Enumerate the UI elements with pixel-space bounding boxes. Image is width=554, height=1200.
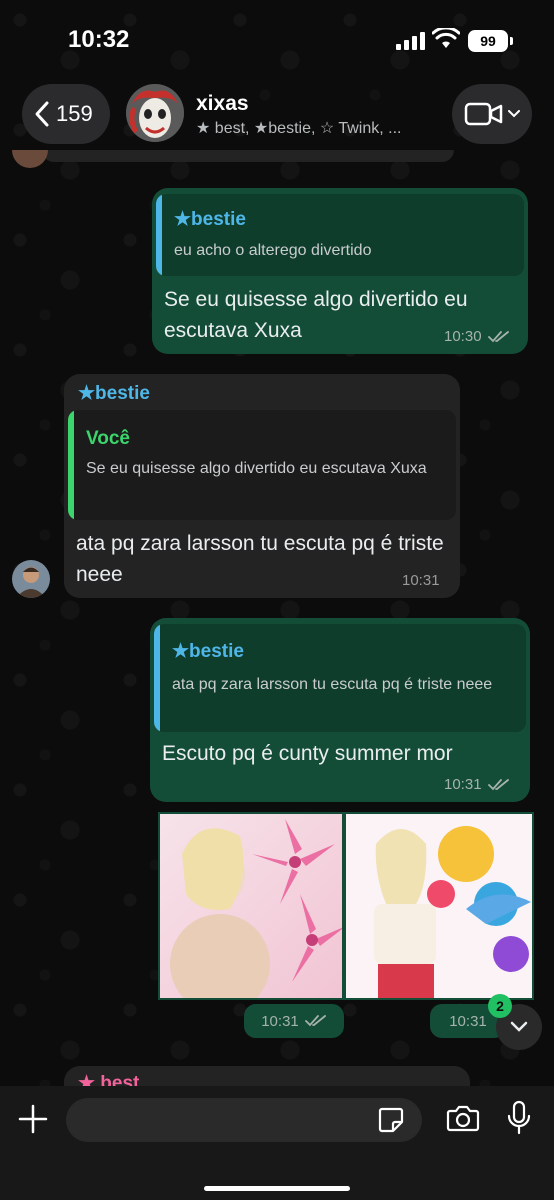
incoming-message[interactable]: ★bestie Você Se eu quisesse algo diverti…	[64, 374, 460, 598]
battery-icon: 99	[468, 30, 508, 52]
message-time: 10:31	[402, 572, 440, 589]
microphone-icon[interactable]	[506, 1100, 532, 1136]
message-time: 10:31	[449, 1012, 487, 1030]
video-camera-icon	[464, 102, 503, 126]
home-indicator[interactable]	[204, 1186, 350, 1191]
photo-image-lilies	[160, 814, 342, 998]
clown-avatar-image	[126, 84, 184, 142]
quote-author: ★bestie	[174, 209, 246, 230]
double-check-icon	[487, 778, 509, 790]
chevron-down-icon	[508, 110, 520, 118]
message-text: Escuto pq é cunty summer mor	[162, 742, 453, 765]
message-time: 10:31	[261, 1012, 299, 1030]
battery-tip	[510, 37, 513, 45]
quote-bar	[156, 194, 162, 276]
cellular-signal-icon	[396, 32, 426, 50]
quote-text: eu acho o alterego divertido	[174, 242, 372, 259]
unread-badge: 2	[488, 994, 512, 1018]
camera-icon[interactable]	[446, 1104, 480, 1132]
double-check-icon	[304, 1015, 326, 1027]
sender-avatar[interactable]	[12, 560, 50, 598]
message-meta: 10:31	[402, 572, 440, 589]
message-input-bar	[0, 1086, 554, 1200]
chevron-down-icon	[510, 1021, 528, 1032]
quote-text: ata pq zara larsson tu escuta pq é trist…	[172, 676, 493, 693]
plus-icon[interactable]	[16, 1102, 50, 1136]
status-bar: 10:32 99	[0, 0, 554, 82]
quoted-message[interactable]: ★bestie eu acho o alterego divertido	[156, 194, 524, 276]
photo-image-collage	[346, 814, 532, 998]
photo-message[interactable]	[158, 812, 344, 1000]
photo-message[interactable]	[344, 812, 534, 1000]
message-time: 10:31	[444, 776, 482, 793]
quote-author: ★bestie	[172, 641, 244, 662]
back-button[interactable]: 159	[22, 84, 110, 144]
message-sender: ★bestie	[78, 383, 150, 404]
chat-header: 159 xixas ★ best, ★bestie, ☆ Twink, ...	[0, 82, 554, 150]
contact-name[interactable]: xixas	[196, 92, 249, 116]
unread-chats-count: 159	[56, 101, 93, 126]
photo-time-pill: 10:31	[244, 1004, 344, 1038]
message-text: ata pq zara larsson tu escuta pq é trist…	[76, 532, 444, 586]
status-time: 10:32	[68, 26, 130, 53]
quote-text: Se eu quisesse algo divertido eu escutav…	[86, 460, 427, 477]
quoted-message[interactable]: Você Se eu quisesse algo divertido eu es…	[68, 410, 456, 520]
sender-avatar-image	[12, 560, 50, 598]
quote-author: Você	[86, 428, 131, 449]
outgoing-message[interactable]: ★bestie eu acho o alterego divertido Se …	[152, 188, 528, 354]
outgoing-message[interactable]: ★bestie ata pq zara larsson tu escuta pq…	[150, 618, 530, 802]
video-call-button[interactable]	[452, 84, 532, 144]
message-time: 10:30	[444, 328, 482, 345]
back-chevron-icon	[35, 101, 49, 127]
quote-bar	[154, 624, 160, 732]
message-meta: 10:30	[444, 328, 510, 345]
contact-labels[interactable]: ★ best, ★bestie, ☆ Twink, ...	[196, 118, 401, 138]
message-input[interactable]	[66, 1098, 422, 1142]
contact-avatar[interactable]	[126, 84, 184, 142]
double-check-icon	[487, 330, 509, 342]
quoted-message[interactable]: ★bestie ata pq zara larsson tu escuta pq…	[154, 624, 526, 732]
quote-bar	[68, 410, 74, 520]
previous-message-fragment	[42, 150, 454, 162]
message-meta: 10:31	[444, 776, 510, 793]
wifi-icon	[432, 28, 460, 48]
sticker-icon[interactable]	[378, 1107, 404, 1133]
